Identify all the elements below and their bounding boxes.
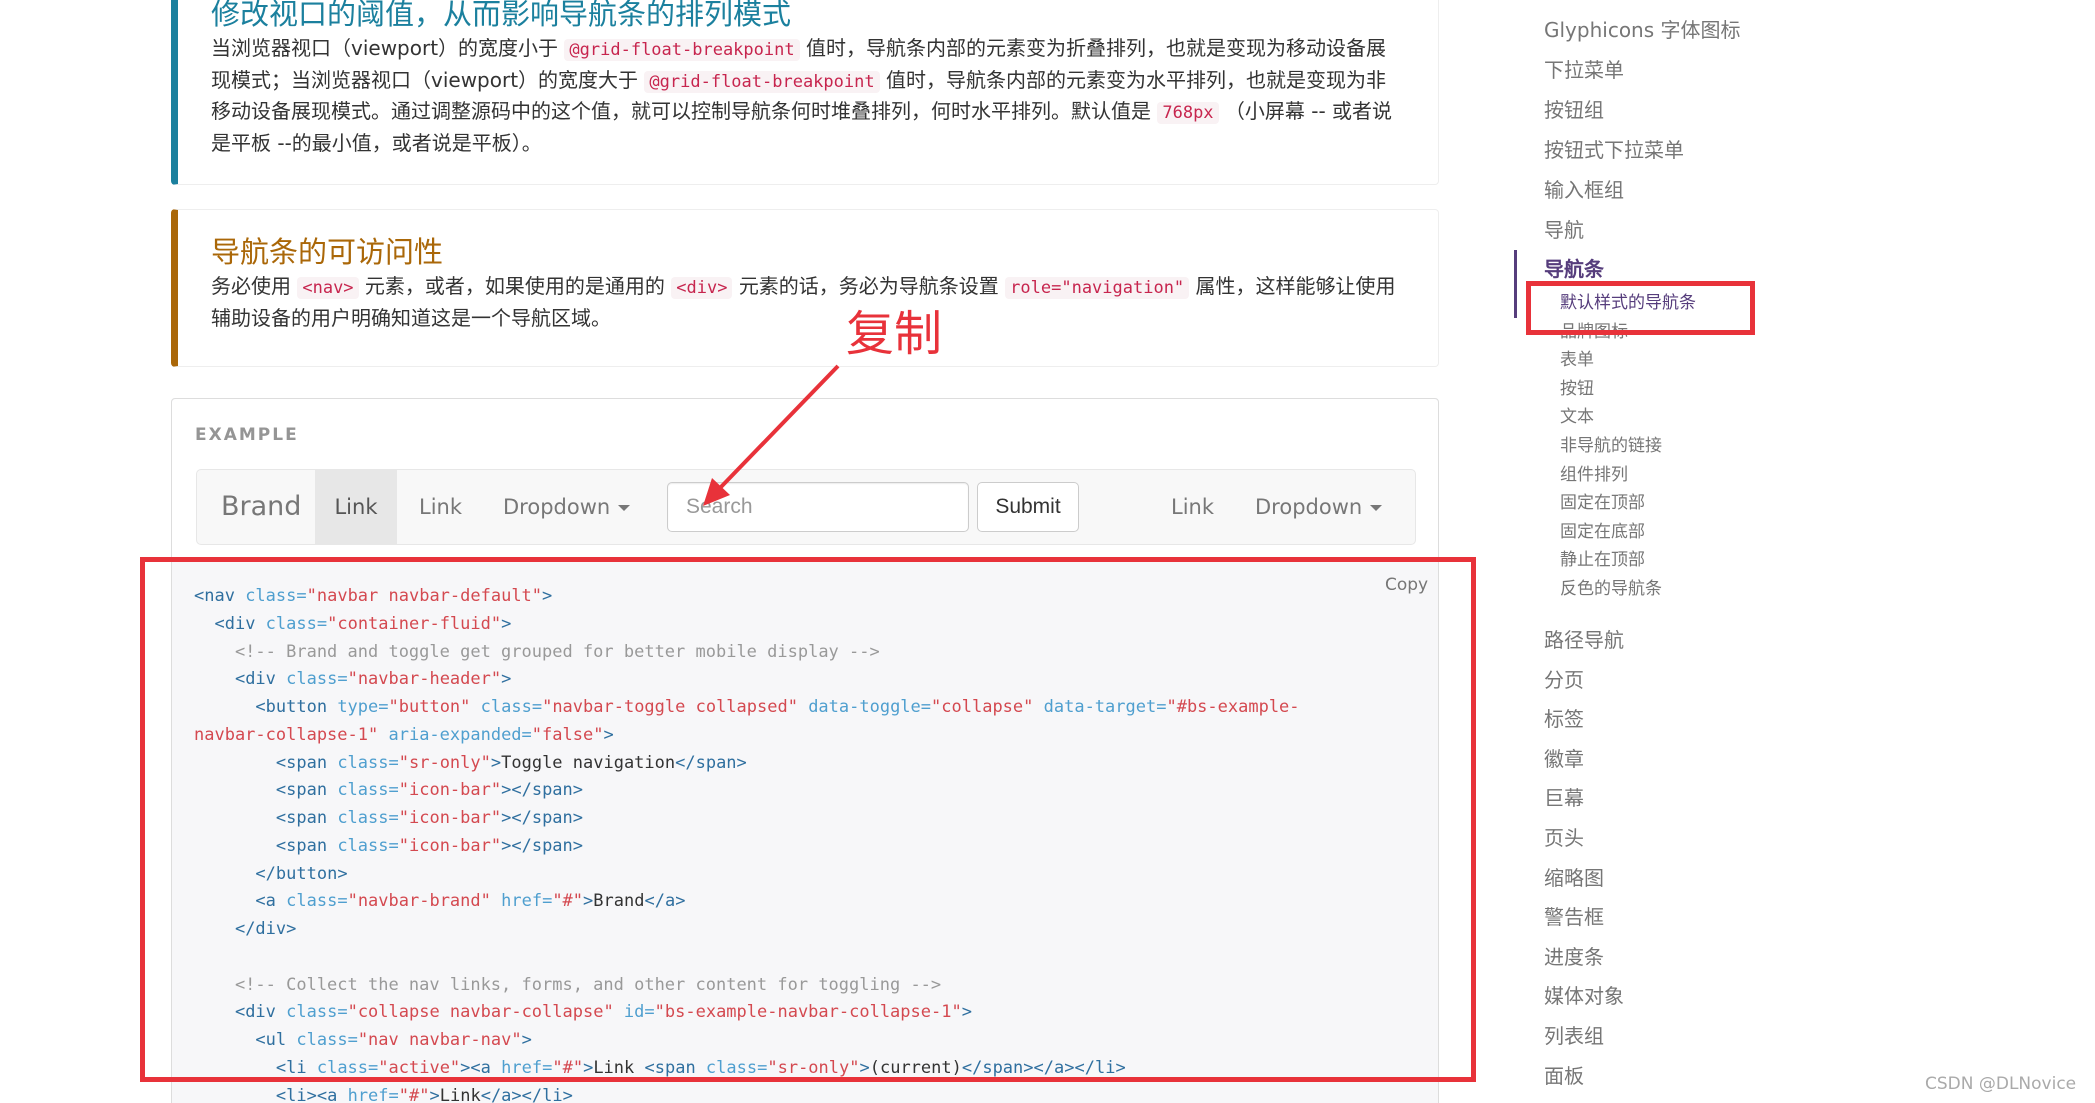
caret-down-icon — [618, 505, 631, 511]
callout-title: 修改视口的阈值，从而影响导航条的排列模式 — [211, 0, 792, 31]
sidebar-item[interactable]: 页头 — [1544, 825, 1584, 851]
sidebar-item[interactable]: 按钮组 — [1544, 97, 1604, 123]
example-label: EXAMPLE — [195, 425, 299, 445]
navbar-dropdown[interactable]: Dropdown — [503, 470, 631, 544]
sidebar-item[interactable]: 面板 — [1544, 1063, 1584, 1089]
code-line: <div class="container-fluid"> — [214, 613, 512, 634]
sidebar-subitem[interactable]: 默认样式的导航条 — [1560, 292, 1696, 314]
sidebar-item[interactable]: 标签 — [1544, 706, 1584, 732]
sidebar-subitem[interactable]: 组件排列 — [1560, 464, 1628, 486]
sidebar-subitem[interactable]: 静止在顶部 — [1560, 549, 1645, 571]
code-line: <span class="icon-bar"></span> — [275, 780, 584, 801]
sidebar-subitem[interactable]: 固定在底部 — [1560, 521, 1645, 543]
code-line: <a class="navbar-brand" href="#">Brand</… — [255, 891, 686, 912]
example-preview: EXAMPLE Brand Link Link Dropdown Submit … — [172, 399, 1438, 561]
sidebar-item[interactable]: 警告框 — [1544, 904, 1604, 930]
sidebar-subitem[interactable]: 非导航的链接 — [1560, 435, 1662, 457]
code-line: <span class="icon-bar"></span> — [275, 835, 584, 856]
sidebar-subitem[interactable]: 文本 — [1560, 406, 1594, 428]
code-line: <!-- Collect the nav links, forms, and o… — [194, 974, 942, 995]
code-line: <!-- Brand and toggle get grouped for be… — [194, 641, 880, 662]
sidebar-item[interactable]: 巨幕 — [1544, 785, 1584, 811]
code-line: </button> — [255, 863, 348, 884]
sidebar-item[interactable]: 分页 — [1544, 667, 1584, 693]
navbar-brand[interactable]: Brand — [221, 470, 301, 544]
code-line: navbar-collapse-1" aria-expanded="false"… — [194, 724, 614, 745]
docs-sidebar: Glyphicons 字体图标 下拉菜单按钮组按钮式下拉菜单 输入框组导航导航条默认… — [1514, 0, 1899, 1103]
inline-code: role="navigation" — [1005, 277, 1190, 299]
active-indicator — [1514, 250, 1517, 318]
annotation-copy-text: 复制 — [846, 306, 943, 362]
inline-code: 768px — [1157, 102, 1219, 124]
callout-text: 当浏览器视口（viewport）的宽度小于 @grid-float-breakp… — [211, 36, 1393, 155]
code-line: <ul class="nav navbar-nav"> — [255, 1030, 532, 1050]
inline-code: @grid-float-breakpoint — [644, 70, 880, 93]
navbar-right-link[interactable]: Link — [1171, 470, 1214, 544]
navbar-right-dropdown[interactable]: Dropdown — [1255, 470, 1383, 544]
code-line: <button type="button" class="navbar-togg… — [255, 697, 1300, 717]
code-line: <div class="navbar-header"> — [234, 669, 512, 690]
navbar-link-active[interactable]: Link — [315, 470, 397, 544]
callout-title: 导航条的可访问性 — [211, 235, 444, 269]
inline-code: @grid-float-breakpoint — [564, 39, 800, 61]
sidebar-item-active[interactable]: 导航条 — [1544, 256, 1604, 282]
callout-breakpoint: 修改视口的阈值，从而影响导航条的排列模式 当浏览器视口（viewport）的宽度… — [171, 0, 1439, 185]
example-block: EXAMPLE Brand Link Link Dropdown Submit … — [171, 398, 1439, 1103]
search-input[interactable] — [667, 482, 969, 532]
inline-code: <nav> — [297, 277, 359, 299]
watermark: CSDN @DLNovice — [1925, 1074, 2077, 1094]
sidebar-item[interactable]: 进度条 — [1544, 944, 1604, 970]
callout-text: 务必使用 <nav> 元素，或者，如果使用的是通用的 <div> 元素的话，务必… — [211, 274, 1396, 330]
sidebar-subitem[interactable]: 反色的导航条 — [1560, 578, 1662, 600]
sidebar-item[interactable]: 媒体对象 — [1544, 983, 1624, 1009]
sidebar-item[interactable]: 下拉菜单 — [1544, 57, 1624, 83]
inline-code: <div> — [671, 277, 733, 299]
navbar-link[interactable]: Link — [419, 470, 462, 544]
sidebar-item[interactable]: 按钮式下拉菜单 — [1544, 137, 1684, 163]
dropdown-label: Dropdown — [503, 495, 611, 519]
code-block[interactable]: <nav class="navbar navbar-default"> <div… — [194, 583, 1424, 1103]
sidebar-subitem[interactable]: 固定在顶部 — [1560, 492, 1645, 514]
submit-button[interactable]: Submit — [977, 482, 1079, 532]
code-line: </div> — [234, 919, 297, 939]
callout-accessibility: 导航条的可访问性 务必使用 <nav> 元素，或者，如果使用的是通用的 <div… — [171, 209, 1439, 367]
sidebar-item[interactable]: 徽章 — [1544, 746, 1584, 772]
code-line: <nav class="navbar navbar-default"> — [194, 586, 553, 606]
sidebar-item[interactable]: 列表组 — [1544, 1023, 1604, 1049]
sidebar-subitem[interactable]: 品牌图标 — [1560, 321, 1628, 343]
code-line: <span class="sr-only">Toggle navigation<… — [275, 752, 747, 773]
code-line: <li class="active"><a href="#">Link <spa… — [275, 1057, 1126, 1078]
sidebar-item[interactable]: 缩略图 — [1544, 865, 1604, 891]
demo-navbar: Brand Link Link Dropdown Submit Link Dro… — [196, 469, 1416, 545]
sidebar-item[interactable]: 路径导航 — [1544, 627, 1624, 653]
caret-down-icon — [1370, 505, 1383, 511]
sidebar-item[interactable]: 导航 — [1544, 217, 1584, 243]
sidebar-item[interactable]: Glyphicons 字体图标 — [1544, 17, 1741, 43]
code-line: <div class="collapse navbar-collapse" id… — [234, 1002, 972, 1023]
sidebar-subitem[interactable]: 按钮 — [1560, 378, 1594, 400]
sidebar-subitem[interactable]: 表单 — [1560, 349, 1594, 371]
sidebar-item[interactable]: 输入框组 — [1544, 177, 1624, 203]
dropdown-label: Dropdown — [1255, 495, 1363, 519]
code-line: <span class="icon-bar"></span> — [275, 808, 584, 828]
code-line: <li><a href="#">Link</a></li> — [275, 1085, 573, 1103]
